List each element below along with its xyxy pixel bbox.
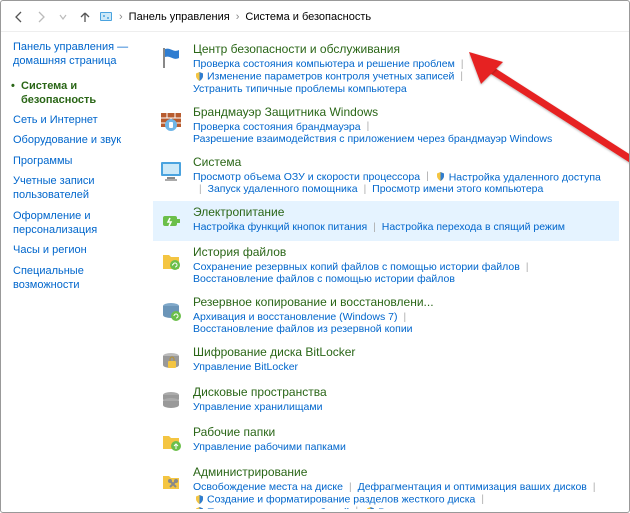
link-separator: | — [587, 482, 602, 493]
category-link[interactable]: Восстановление файлов из резервной копии — [193, 323, 413, 335]
category-title[interactable]: Резервное копирование и восстановлени... — [193, 295, 615, 309]
link-separator: | — [455, 59, 470, 70]
system-icon — [157, 157, 185, 185]
sidebar-item[interactable]: Оформление и персонализация — [13, 209, 143, 238]
workfolders-icon — [157, 427, 185, 455]
category-link[interactable]: Запуск удаленного помощника — [208, 183, 358, 195]
up-button[interactable] — [77, 9, 93, 25]
category-link[interactable]: Управление рабочими папками — [193, 441, 346, 453]
sidebar-item[interactable]: Система и безопасность — [13, 79, 143, 108]
category-link[interactable]: Сохранение резервных копий файлов с помо… — [193, 261, 520, 273]
forward-button[interactable] — [33, 9, 49, 25]
category: Центр безопасности и обслуживания Проверк… — [153, 38, 619, 101]
link-separator: | — [475, 494, 490, 505]
power-icon — [157, 207, 185, 235]
category-title[interactable]: Брандмауэр Защитника Windows — [193, 105, 615, 119]
sidebar-item[interactable]: Часы и регион — [13, 243, 143, 257]
category: Администрирование Освобождение места на д… — [153, 461, 619, 509]
category-link[interactable]: Расписание выполнения задач — [364, 506, 529, 510]
shield-icon — [364, 506, 376, 510]
category: Электропитание Настройка функций кнопок п… — [153, 201, 619, 241]
main-content: Центр безопасности и обслуживания Проверк… — [149, 32, 629, 509]
link-separator: | — [343, 482, 358, 493]
link-separator: | — [397, 312, 412, 323]
category-title[interactable]: Администрирование — [193, 465, 615, 479]
category: Шифрование диска BitLocker Управление Bit… — [153, 341, 619, 381]
shield-icon — [193, 70, 205, 82]
recent-dropdown[interactable] — [55, 9, 71, 25]
backup-icon — [157, 297, 185, 325]
control-panel-icon — [99, 10, 113, 24]
sidebar: Панель управления — домашняя страница Си… — [1, 32, 149, 509]
category: Брандмауэр Защитника Windows Проверка сос… — [153, 101, 619, 151]
category-link[interactable]: Архивация и восстановление (Windows 7) — [193, 311, 397, 323]
shield-icon — [193, 506, 205, 510]
category-link[interactable]: Проверка состояния компьютера и решение … — [193, 58, 455, 70]
filehistory-icon — [157, 247, 185, 275]
category-link[interactable]: Разрешение взаимодействия с приложением … — [193, 133, 552, 145]
link-separator: | — [361, 121, 376, 132]
chevron-right-icon: › — [117, 11, 125, 23]
link-separator: | — [350, 506, 365, 509]
link-separator: | — [454, 71, 469, 82]
sidebar-item[interactable]: Специальные возможности — [13, 264, 143, 293]
category-title[interactable]: Система — [193, 155, 615, 169]
category-link[interactable]: Устранить типичные проблемы компьютера — [193, 83, 407, 95]
shield-icon — [193, 493, 205, 505]
sidebar-item[interactable]: Сеть и Интернет — [13, 113, 143, 127]
category-link[interactable]: Настройка функций кнопок питания — [193, 221, 367, 233]
category-title[interactable]: Электропитание — [193, 205, 615, 219]
category-link[interactable]: Проверка состояния брандмауэра — [193, 121, 361, 133]
sidebar-item[interactable]: Учетные записи пользователей — [13, 174, 143, 203]
category-link[interactable]: Создание и форматирование разделов жестк… — [193, 493, 475, 506]
category: Система Просмотр объема ОЗУ и скорости пр… — [153, 151, 619, 202]
category-link[interactable]: Просмотр объема ОЗУ и скорости процессор… — [193, 171, 420, 183]
category-link[interactable]: Изменение параметров контроля учетных за… — [193, 70, 454, 83]
category-link[interactable]: Просмотр имени этого компьютера — [372, 183, 543, 195]
back-button[interactable] — [11, 9, 27, 25]
category-link[interactable]: Восстановление файлов с помощью истории … — [193, 273, 455, 285]
bitlocker-icon — [157, 347, 185, 375]
category-title[interactable]: Центр безопасности и обслуживания — [193, 42, 615, 56]
sidebar-item[interactable]: Программы — [13, 154, 143, 168]
toolbar: › Панель управления › Система и безопасн… — [1, 1, 629, 32]
category-link[interactable]: Просмотр журналов событий — [193, 506, 350, 510]
admintools-icon — [157, 467, 185, 495]
breadcrumb-item[interactable]: Система и безопасность — [245, 11, 371, 23]
category: Резервное копирование и восстановлени...… — [153, 291, 619, 341]
link-separator: | — [420, 171, 435, 182]
shield-icon — [435, 171, 447, 183]
category-title[interactable]: Шифрование диска BitLocker — [193, 345, 615, 359]
category-title[interactable]: История файлов — [193, 245, 615, 259]
category: История файлов Сохранение резервных копий… — [153, 241, 619, 291]
chevron-right-icon: › — [234, 11, 242, 23]
category-link[interactable]: Настройка перехода в спящий режим — [382, 221, 565, 233]
category-title[interactable]: Рабочие папки — [193, 425, 615, 439]
category-link[interactable]: Управление хранилищами — [193, 401, 322, 413]
category-link[interactable]: Дефрагментация и оптимизация ваших диско… — [358, 481, 587, 493]
category-link[interactable]: Настройка удаленного доступа — [435, 171, 601, 184]
flag-icon — [157, 44, 185, 72]
firewall-icon — [157, 107, 185, 135]
category-link[interactable]: Освобождение места на диске — [193, 481, 343, 493]
link-separator: | — [520, 262, 535, 273]
category: Рабочие папки Управление рабочими папками — [153, 421, 619, 461]
storage-icon — [157, 387, 185, 415]
breadcrumb[interactable]: › Панель управления › Система и безопасн… — [99, 10, 371, 24]
category-title[interactable]: Дисковые пространства — [193, 385, 615, 399]
sidebar-item[interactable]: Оборудование и звук — [13, 133, 143, 147]
sidebar-home[interactable]: Панель управления — домашняя страница — [13, 40, 143, 69]
link-separator: | — [358, 184, 373, 195]
link-separator: | — [193, 184, 208, 195]
breadcrumb-item[interactable]: Панель управления — [129, 11, 230, 23]
link-separator: | — [367, 222, 382, 233]
category: Дисковые пространства Управление хранилищ… — [153, 381, 619, 421]
category-link[interactable]: Управление BitLocker — [193, 361, 298, 373]
